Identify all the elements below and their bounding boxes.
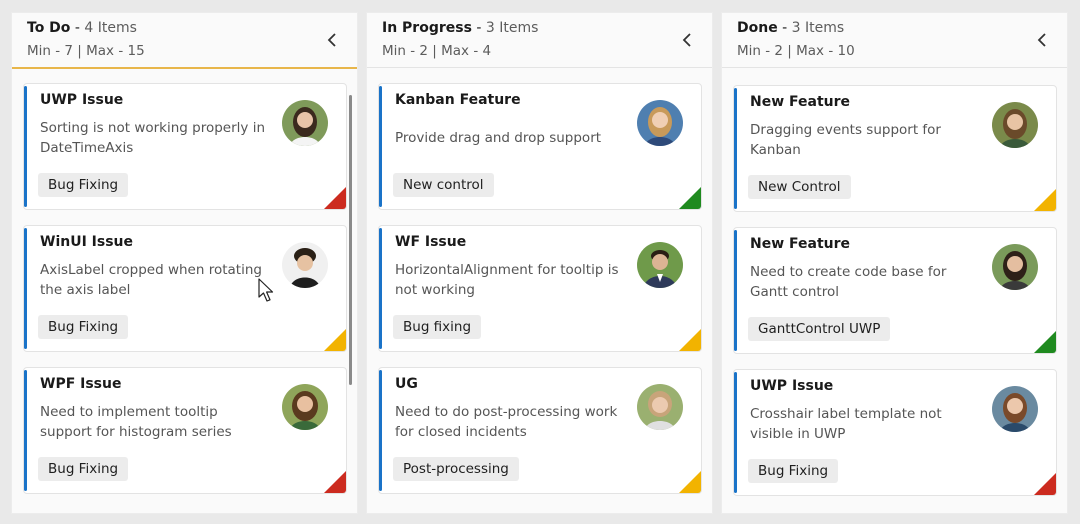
card-description: Crosshair label template not visible in … <box>750 406 942 442</box>
card-accent-bar <box>379 86 382 207</box>
mouse-pointer-icon <box>258 278 274 302</box>
priority-indicator <box>1034 331 1056 353</box>
card-accent-bar <box>379 370 382 491</box>
card-description: Provide drag and drop support <box>395 130 602 146</box>
chevron-left-icon <box>327 33 336 47</box>
column-title: Done - 3 Items <box>737 20 845 36</box>
priority-indicator <box>1034 473 1056 495</box>
woman-avatar-icon <box>637 384 683 430</box>
card-accent-bar <box>734 230 737 351</box>
kanban-card[interactable]: UWP Issue Crosshair label template not v… <box>733 369 1057 496</box>
chevron-left-icon <box>682 33 691 47</box>
card-accent-bar <box>24 228 27 349</box>
card-description: AxisLabel cropped when rotating the axis… <box>40 262 262 298</box>
column-limits: Min - 2 | Max - 4 <box>382 43 492 59</box>
column-title: In Progress - 3 Items <box>382 20 539 36</box>
kanban-card[interactable]: WF Issue HorizontalAlignment for tooltip… <box>378 225 702 352</box>
card-tag: New Control <box>748 175 851 199</box>
card-accent-bar <box>379 228 382 349</box>
column-limits: Min - 7 | Max - 15 <box>27 43 145 59</box>
man-avatar-icon <box>282 242 328 288</box>
card-title: New Feature <box>750 94 851 110</box>
woman-avatar-icon <box>992 244 1038 290</box>
card-title: UG <box>395 376 418 392</box>
card-title: UWP Issue <box>40 92 124 108</box>
card-title: WPF Issue <box>40 376 122 392</box>
chevron-left-icon <box>1037 33 1046 47</box>
card-description: Dragging events support for Kanban <box>750 122 941 158</box>
column-count: 4 Items <box>84 20 137 36</box>
priority-indicator <box>324 329 346 351</box>
priority-indicator <box>324 187 346 209</box>
card-title: New Feature <box>750 236 851 252</box>
vertical-scrollbar[interactable] <box>349 95 352 385</box>
card-tag: Bug Fixing <box>38 457 129 481</box>
column-name: To Do <box>27 20 71 36</box>
column-header: Done - 3 Items Min - 2 | Max - 10 <box>722 13 1067 68</box>
priority-indicator <box>679 471 701 493</box>
card-accent-bar <box>24 370 27 491</box>
kanban-card[interactable]: UG Need to do post-processing work for c… <box>378 367 702 494</box>
collapse-button[interactable] <box>1031 29 1053 51</box>
card-accent-bar <box>734 372 737 493</box>
priority-indicator <box>1034 189 1056 211</box>
card-title: WinUI Issue <box>40 234 133 250</box>
collapse-button[interactable] <box>676 29 698 51</box>
card-title: WF Issue <box>395 234 467 250</box>
card-tag: GanttControl UWP <box>748 317 891 341</box>
card-tag: Bug Fixing <box>38 173 129 197</box>
kanban-card[interactable]: UWP Issue Sorting is not working properl… <box>23 83 347 210</box>
priority-indicator <box>324 471 346 493</box>
card-description: Need to implement tooltip support for hi… <box>40 404 232 440</box>
kanban-card[interactable]: WinUI Issue AxisLabel cropped when rotat… <box>23 225 347 352</box>
card-title: Kanban Feature <box>395 92 521 108</box>
woman-avatar-icon <box>992 386 1038 432</box>
kanban-card[interactable]: New Feature Need to create code base for… <box>733 227 1057 354</box>
column-title: To Do - 4 Items <box>27 20 137 36</box>
woman-avatar-icon <box>992 102 1038 148</box>
column-count: 3 Items <box>791 20 845 36</box>
card-tag: Bug Fixing <box>748 459 839 483</box>
man-avatar-icon <box>637 242 683 288</box>
kanban-card[interactable]: Kanban Feature Provide drag and drop sup… <box>378 83 702 210</box>
card-description: HorizontalAlignment for tooltip is not w… <box>395 262 619 298</box>
collapse-button[interactable] <box>321 29 343 51</box>
column-limits: Min - 2 | Max - 10 <box>737 43 855 59</box>
card-title: UWP Issue <box>750 378 834 394</box>
card-tag: New control <box>393 173 494 197</box>
kanban-card[interactable]: WPF Issue Need to implement tooltip supp… <box>23 367 347 494</box>
woman-avatar-icon <box>637 100 683 146</box>
priority-indicator <box>679 187 701 209</box>
priority-indicator <box>679 329 701 351</box>
card-description: Need to do post-processing work for clos… <box>395 404 618 440</box>
column-name: Done <box>737 20 778 36</box>
card-tag: Post-processing <box>393 457 519 481</box>
column-header: In Progress - 3 Items Min - 2 | Max - 4 <box>367 13 712 68</box>
column-header: To Do - 4 Items Min - 7 | Max - 15 <box>12 13 357 69</box>
kanban-card[interactable]: New Feature Dragging events support for … <box>733 85 1057 212</box>
card-tag: Bug Fixing <box>38 315 129 339</box>
card-accent-bar <box>734 88 737 209</box>
woman-avatar-icon <box>282 100 328 146</box>
column-to-do: To Do - 4 Items Min - 7 | Max - 15 UWP I… <box>11 12 358 514</box>
card-tag: Bug fixing <box>393 315 482 339</box>
column-count: 3 Items <box>485 20 539 36</box>
column-name: In Progress <box>382 20 472 36</box>
column-done: Done - 3 Items Min - 2 | Max - 10 New Fe… <box>721 12 1068 514</box>
column-in-progress: In Progress - 3 Items Min - 2 | Max - 4 … <box>366 12 713 514</box>
kanban-board: To Do - 4 Items Min - 7 | Max - 15 UWP I… <box>0 0 1080 524</box>
card-description: Sorting is not working properly in DateT… <box>40 120 265 156</box>
card-description: Need to create code base for Gantt contr… <box>750 264 947 300</box>
woman-avatar-icon <box>282 384 328 430</box>
card-accent-bar <box>24 86 27 207</box>
